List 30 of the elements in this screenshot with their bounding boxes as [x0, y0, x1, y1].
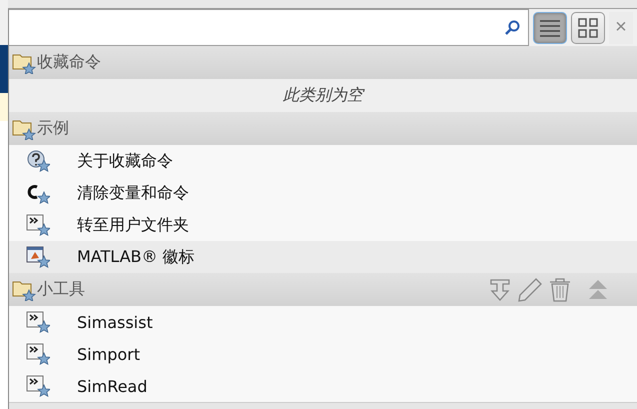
- command-label: Simassist: [77, 312, 153, 332]
- search-icon: [504, 20, 520, 36]
- command-label: 清除变量和命令: [77, 182, 189, 204]
- command-label: Simport: [77, 344, 140, 364]
- script-icon: [26, 214, 50, 236]
- logo-icon: [26, 246, 50, 268]
- script-icon: [26, 375, 50, 397]
- category-header[interactable]: 收藏命令: [9, 46, 637, 79]
- folder-icon: [11, 118, 37, 140]
- command-row[interactable]: MATLAB® 徽标: [9, 241, 637, 273]
- command-label: 关于收藏命令: [77, 150, 173, 172]
- help-icon: [26, 150, 50, 172]
- command-label: MATLAB® 徽标: [77, 246, 195, 268]
- list-view-button[interactable]: [533, 12, 567, 44]
- pencil-icon[interactable]: [517, 276, 543, 302]
- search-field[interactable]: [9, 9, 529, 46]
- command-label: 转至用户文件夹: [77, 214, 189, 236]
- script-icon: [26, 311, 50, 333]
- script-icon: [26, 343, 50, 365]
- category-header[interactable]: 示例: [9, 112, 637, 145]
- command-label: SimRead: [77, 376, 148, 396]
- empty-message: 此类别为空: [9, 79, 637, 112]
- grid-view-button[interactable]: [571, 12, 605, 44]
- trash-icon[interactable]: [547, 276, 573, 302]
- list-icon: [539, 18, 561, 38]
- folder-icon: [11, 52, 37, 74]
- grid-icon: [577, 16, 599, 38]
- folder-icon: [11, 278, 37, 300]
- clear-icon: [26, 182, 50, 204]
- category-header[interactable]: 小工具: [9, 273, 637, 306]
